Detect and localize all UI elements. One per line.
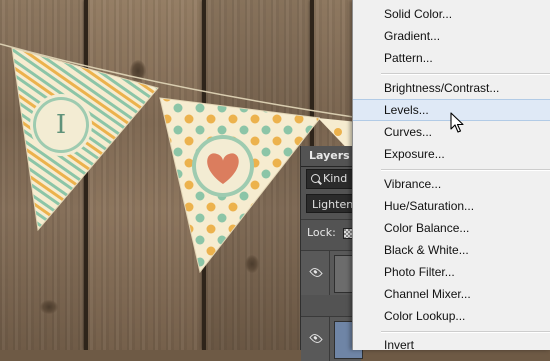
visibility-toggle[interactable]	[301, 317, 330, 361]
menu-item-brightness-contrast[interactable]: Brightness/Contrast...	[353, 77, 550, 99]
menu-item-vibrance[interactable]: Vibrance...	[353, 173, 550, 195]
menu-item-photo-filter[interactable]: Photo Filter...	[353, 261, 550, 283]
menu-separator	[381, 73, 550, 75]
emblem-letter: I	[55, 110, 67, 140]
menu-item-solid-color[interactable]: Solid Color...	[353, 3, 550, 25]
lock-label: Lock:	[307, 226, 336, 239]
visibility-toggle[interactable]	[301, 251, 330, 295]
menu-item-gradient[interactable]: Gradient...	[353, 25, 550, 47]
menu-separator	[381, 331, 550, 333]
menu-separator	[381, 169, 550, 171]
menu-item-color-lookup[interactable]: Color Lookup...	[353, 305, 550, 327]
menu-item-channel-mixer[interactable]: Channel Mixer...	[353, 283, 550, 305]
menu-item-exposure[interactable]: Exposure...	[353, 143, 550, 165]
menu-item-invert[interactable]: Invert	[353, 334, 550, 356]
menu-item-hue-saturation[interactable]: Hue/Saturation...	[353, 195, 550, 217]
menu-item-pattern[interactable]: Pattern...	[353, 47, 550, 69]
tab-layers[interactable]: Layers	[301, 146, 358, 166]
adjustment-layer-menu: Solid Color... Gradient... Pattern... Br…	[352, 0, 550, 352]
polka-dot-pennant	[159, 97, 320, 274]
menu-item-color-balance[interactable]: Color Balance...	[353, 217, 550, 239]
cursor-arrow-icon	[450, 112, 464, 133]
filter-kind-label: Kind	[323, 172, 348, 185]
letter-emblem: I	[36, 100, 86, 150]
search-icon	[311, 174, 320, 183]
eye-icon	[309, 331, 323, 346]
eye-icon	[309, 265, 323, 280]
menu-item-black-white[interactable]: Black & White...	[353, 239, 550, 261]
lock-row: Lock:	[307, 226, 354, 239]
